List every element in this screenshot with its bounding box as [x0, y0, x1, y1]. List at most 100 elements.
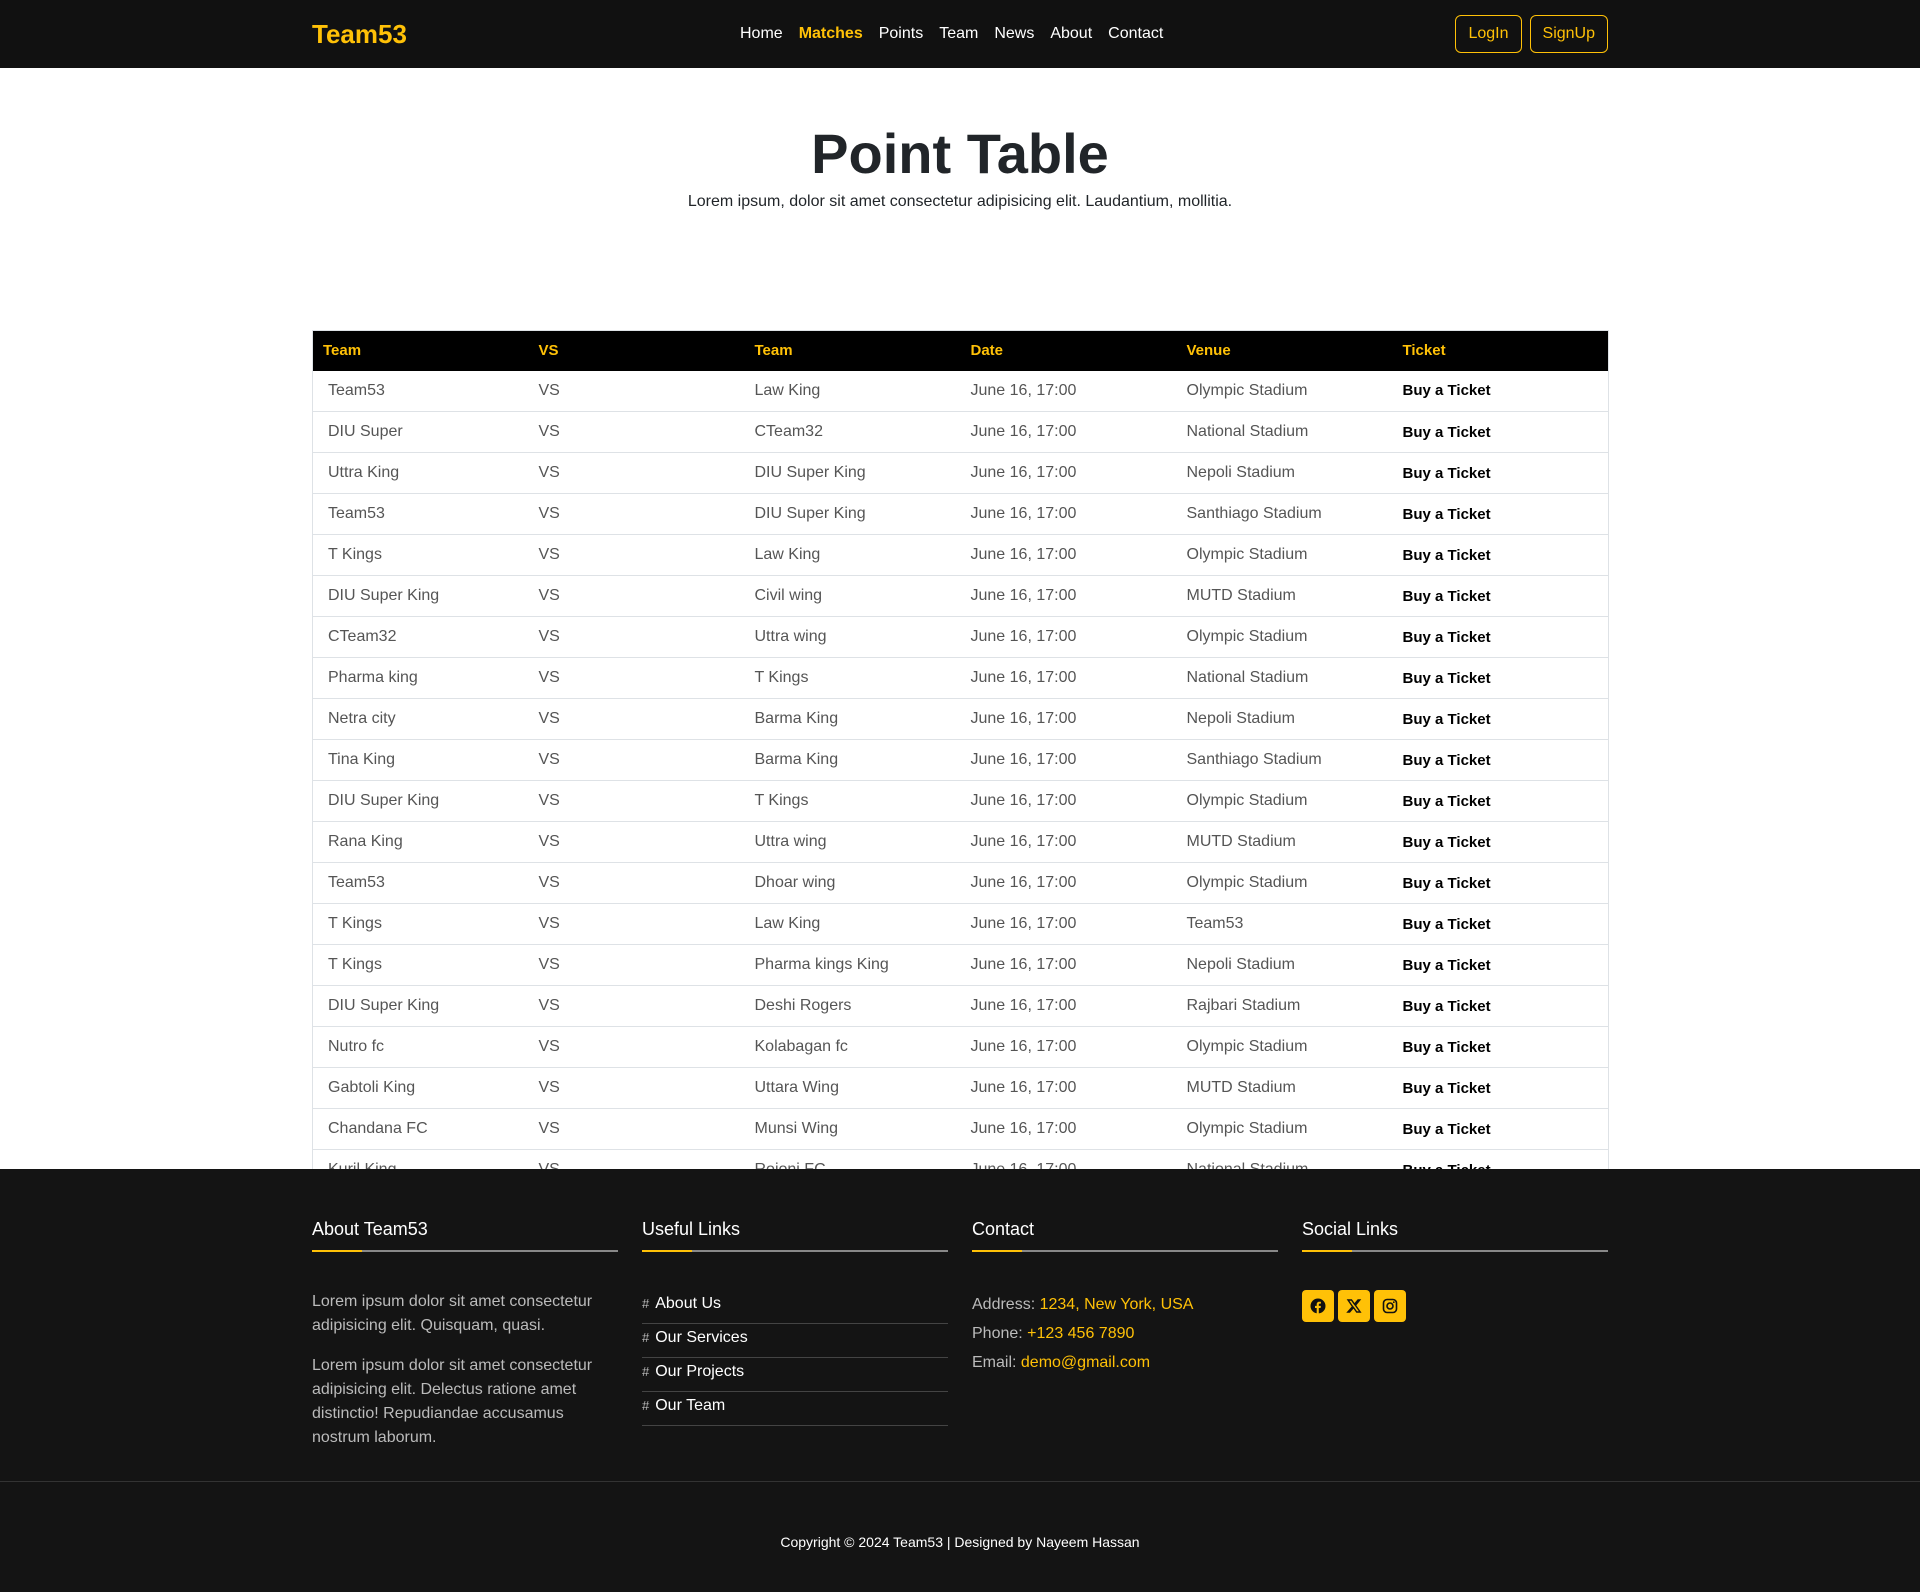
table-body: Team53 VS Law King June 16, 17:00 Olympic St…	[312, 370, 1609, 1191]
cell-opponent: Pharma kings King	[744, 944, 961, 986]
buy-ticket-link[interactable]: Buy a Ticket	[1392, 657, 1609, 699]
table-row: Team53 VS DIU Super King June 16, 17:00 Sant…	[312, 493, 1609, 535]
cell-opponent: Uttara Wing	[744, 1067, 961, 1109]
buy-ticket-link[interactable]: Buy a Ticket	[1392, 370, 1609, 412]
buy-ticket-link[interactable]: Buy a Ticket	[1392, 493, 1609, 535]
cell-team: Tina King	[312, 739, 529, 781]
footer-about-title: About Team53	[312, 1219, 618, 1252]
phone-value[interactable]: +123 456 7890	[1027, 1325, 1134, 1342]
useful-link-item: # About Us	[642, 1286, 948, 1324]
table-header-row: Team VS Team Date Venue Ticket	[312, 330, 1609, 371]
cell-venue: Olympic Stadium	[1176, 1026, 1393, 1068]
buy-ticket-link[interactable]: Buy a Ticket	[1392, 821, 1609, 863]
table-row: T Kings VS Pharma kings King June 16, 17:00…	[312, 944, 1609, 986]
nav-contact[interactable]: Contact	[1108, 25, 1163, 43]
cell-venue: Team53	[1176, 903, 1393, 945]
buy-ticket-link[interactable]: Buy a Ticket	[1392, 862, 1609, 904]
table-row: Team53 VS Dhoar wing June 16, 17:00 Olympic …	[312, 862, 1609, 904]
table-row: Rana King VS Uttra wing June 16, 17:00 MUTD …	[312, 821, 1609, 863]
cell-vs: VS	[528, 698, 745, 740]
link-our-team[interactable]: Our Team	[655, 1397, 725, 1414]
cell-date: June 16, 17:00	[960, 944, 1177, 986]
contact-email: Email: demo@gmail.com	[972, 1348, 1278, 1377]
signup-button[interactable]: SignUp	[1529, 15, 1608, 53]
buy-ticket-link[interactable]: Buy a Ticket	[1392, 698, 1609, 740]
footer-about: About Team53 Lorem ipsum dolor sit amet …	[312, 1219, 618, 1450]
nav-about[interactable]: About	[1050, 25, 1092, 43]
buy-ticket-link[interactable]: Buy a Ticket	[1392, 616, 1609, 658]
cell-venue: Santhiago Stadium	[1176, 493, 1393, 535]
buy-ticket-link[interactable]: Buy a Ticket	[1392, 1026, 1609, 1068]
cell-date: June 16, 17:00	[960, 493, 1177, 535]
cell-opponent: Civil wing	[744, 575, 961, 617]
link-our-projects[interactable]: Our Projects	[655, 1363, 744, 1380]
cell-venue: Olympic Stadium	[1176, 862, 1393, 904]
buy-ticket-link[interactable]: Buy a Ticket	[1392, 780, 1609, 822]
x-icon[interactable]	[1338, 1290, 1370, 1322]
buy-ticket-link[interactable]: Buy a Ticket	[1392, 739, 1609, 781]
point-table: Team VS Team Date Venue Ticket Team53 VS L…	[312, 330, 1609, 1191]
nav-points[interactable]: Points	[879, 25, 923, 43]
cell-team: Team53	[312, 493, 529, 535]
cell-vs: VS	[528, 575, 745, 617]
site-footer: About Team53 Lorem ipsum dolor sit amet …	[0, 1169, 1920, 1592]
cell-team: Uttra King	[312, 452, 529, 494]
buy-ticket-link[interactable]: Buy a Ticket	[1392, 1108, 1609, 1150]
cell-vs: VS	[528, 862, 745, 904]
cell-date: June 16, 17:00	[960, 1108, 1177, 1150]
cell-vs: VS	[528, 1108, 745, 1150]
cell-opponent: Barma King	[744, 739, 961, 781]
cell-vs: VS	[528, 493, 745, 535]
email-value[interactable]: demo@gmail.com	[1021, 1354, 1150, 1371]
nav-team[interactable]: Team	[939, 25, 978, 43]
cell-vs: VS	[528, 657, 745, 699]
cell-vs: VS	[528, 821, 745, 863]
cell-team: T Kings	[312, 903, 529, 945]
buy-ticket-link[interactable]: Buy a Ticket	[1392, 411, 1609, 453]
footer-useful-links: Useful Links # About Us # Our Services # Ou…	[642, 1219, 948, 1450]
nav-matches[interactable]: Matches	[799, 25, 863, 43]
table-row: Nutro fc VS Kolabagan fc June 16, 17:00 Olym…	[312, 1026, 1609, 1068]
buy-ticket-link[interactable]: Buy a Ticket	[1392, 1067, 1609, 1109]
cell-opponent: T Kings	[744, 780, 961, 822]
cell-venue: Olympic Stadium	[1176, 616, 1393, 658]
cell-venue: MUTD Stadium	[1176, 1067, 1393, 1109]
cell-team: Team53	[312, 370, 529, 412]
cell-opponent: CTeam32	[744, 411, 961, 453]
brand-logo[interactable]: Team53	[312, 19, 612, 50]
useful-link-item: # Our Team	[642, 1388, 948, 1426]
buy-ticket-link[interactable]: Buy a Ticket	[1392, 903, 1609, 945]
cell-venue: Olympic Stadium	[1176, 1108, 1393, 1150]
login-button[interactable]: LogIn	[1455, 15, 1522, 53]
cell-vs: VS	[528, 452, 745, 494]
address-label: Address:	[972, 1296, 1036, 1313]
cell-team: Rana King	[312, 821, 529, 863]
buy-ticket-link[interactable]: Buy a Ticket	[1392, 452, 1609, 494]
cell-team: T Kings	[312, 534, 529, 576]
header-ticket: Ticket	[1392, 330, 1609, 371]
buy-ticket-link[interactable]: Buy a Ticket	[1392, 985, 1609, 1027]
buy-ticket-link[interactable]: Buy a Ticket	[1392, 575, 1609, 617]
footer-about-text-2: Lorem ipsum dolor sit amet consectetur a…	[312, 1357, 593, 1446]
cell-vs: VS	[528, 370, 745, 412]
site-header: Team53 Home Matches Points Team News Abo…	[0, 0, 1920, 68]
link-our-services[interactable]: Our Services	[655, 1329, 747, 1346]
cell-team: Team53	[312, 862, 529, 904]
point-table-wrapper: Team VS Team Date Venue Ticket Team53 VS L…	[312, 330, 1609, 1191]
useful-link-item: # Our Services	[642, 1320, 948, 1358]
buy-ticket-link[interactable]: Buy a Ticket	[1392, 944, 1609, 986]
cell-vs: VS	[528, 944, 745, 986]
link-about-us[interactable]: About Us	[655, 1295, 721, 1312]
header-team: Team	[312, 330, 529, 371]
instagram-icon[interactable]	[1374, 1290, 1406, 1322]
cell-date: June 16, 17:00	[960, 616, 1177, 658]
buy-ticket-link[interactable]: Buy a Ticket	[1392, 534, 1609, 576]
cell-team: DIU Super	[312, 411, 529, 453]
cell-date: June 16, 17:00	[960, 452, 1177, 494]
facebook-icon[interactable]	[1302, 1290, 1334, 1322]
nav-news[interactable]: News	[994, 25, 1034, 43]
footer-top: About Team53 Lorem ipsum dolor sit amet …	[0, 1169, 1920, 1482]
contact-address: Address: 1234, New York, USA	[972, 1290, 1278, 1319]
nav-home[interactable]: Home	[740, 25, 783, 43]
cell-team: Nutro fc	[312, 1026, 529, 1068]
